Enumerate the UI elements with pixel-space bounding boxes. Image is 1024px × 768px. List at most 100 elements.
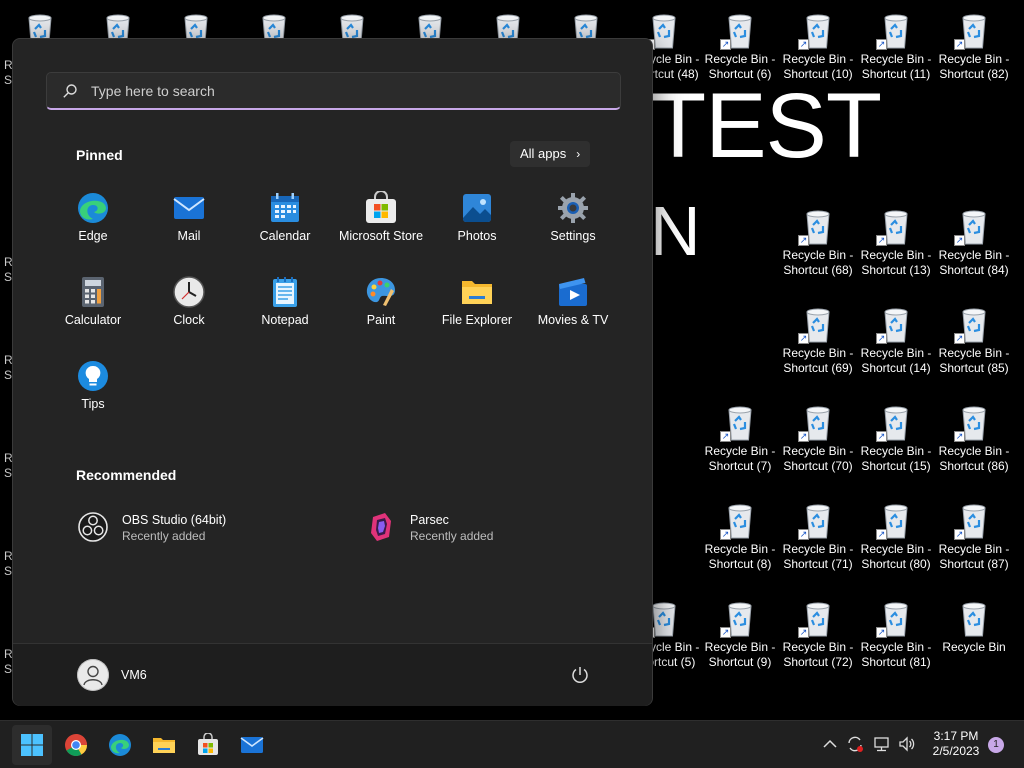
pinned-app-file-explorer[interactable]: File Explorer [429, 269, 525, 345]
search-input[interactable] [89, 73, 613, 109]
shortcut-arrow-icon: ↗ [954, 235, 965, 246]
desktop-shortcut-recycle-bin[interactable]: ↗ Recycle Bin - Shortcut (85) [936, 304, 1012, 376]
recommended-item-parsec[interactable]: Parsec Recently added [365, 505, 625, 549]
network-icon[interactable] [872, 734, 892, 754]
desktop-shortcut-recycle-bin[interactable]: ↗ Recycle Bin - Shortcut (71) [780, 500, 856, 572]
volume-icon[interactable] [897, 734, 917, 754]
taskbar-edge[interactable] [100, 725, 140, 765]
recommended-name: Parsec [410, 513, 449, 527]
desktop-shortcut-recycle-bin[interactable]: ↗ Recycle Bin - Shortcut (8) [702, 500, 778, 572]
desktop-shortcut-label: Shortcut (7) [708, 459, 772, 473]
desktop-shortcut-label: Shortcut (8) [708, 557, 772, 571]
pinned-app-notepad[interactable]: Notepad [237, 269, 333, 345]
desktop-shortcut-recycle-bin[interactable]: ↗ Recycle Bin - Shortcut (6) [702, 10, 778, 82]
pinned-app-microsoft-store[interactable]: Microsoft Store [333, 185, 429, 261]
recycle-bin-icon: ↗ [798, 598, 834, 638]
recycle-bin-icon: ↗ [954, 10, 990, 50]
desktop-shortcut-recycle-bin[interactable]: ↗ Recycle Bin - Shortcut (69) [780, 304, 856, 376]
shortcut-arrow-icon: ↗ [720, 39, 731, 50]
desktop-shortcut-recycle-bin[interactable]: ↗ Recycle Bin - Shortcut (70) [780, 402, 856, 474]
chevron-up-icon[interactable] [820, 734, 840, 754]
desktop-shortcut-label: Recycle Bin - [782, 248, 854, 262]
mail-icon [240, 737, 264, 753]
start-menu: Pinned All apps › Edge Mail Calendar Microso… [12, 38, 653, 706]
recycle-bin-icon: ↗ [954, 500, 990, 540]
shortcut-arrow-icon: ↗ [798, 39, 809, 50]
desktop-shortcut-recycle-bin[interactable]: ↗ Recycle Bin - Shortcut (11) [858, 10, 934, 82]
pinned-app-label: Clock [173, 313, 205, 327]
pinned-app-label: Microsoft Store [338, 229, 424, 243]
desktop-shortcut-label: Shortcut (68) [783, 263, 853, 277]
power-icon[interactable] [569, 664, 591, 686]
parsec-icon [371, 513, 391, 541]
pinned-app-tips[interactable]: Tips [45, 353, 141, 429]
recycle-bin-icon: ↗ [798, 500, 834, 540]
desktop-shortcut-label: Recycle Bin - [704, 640, 776, 654]
desktop-shortcut-recycle-bin[interactable]: ↗ Recycle Bin - Shortcut (68) [780, 206, 856, 278]
taskbar-file-explorer[interactable] [144, 725, 184, 765]
desktop-shortcut-label: Shortcut (13) [861, 263, 931, 277]
desktop-shortcut-label: Shortcut (14) [861, 361, 931, 375]
desktop-shortcut-label: Recycle Bin - [860, 542, 932, 556]
desktop-shortcut-label: Recycle Bin - [938, 248, 1010, 262]
pinned-app-paint[interactable]: Paint [333, 269, 429, 345]
shortcut-arrow-icon: ↗ [876, 333, 887, 344]
taskbar-start-button[interactable] [12, 725, 52, 765]
desktop-shortcut-recycle-bin[interactable]: ↗ Recycle Bin - Shortcut (82) [936, 10, 1012, 82]
desktop-shortcut-recycle-bin[interactable]: Recycle Bin [936, 598, 1012, 655]
desktop-shortcut-recycle-bin[interactable]: ↗ Recycle Bin - Shortcut (84) [936, 206, 1012, 278]
taskbar-mail[interactable] [232, 725, 272, 765]
pinned-app-edge[interactable]: Edge [45, 185, 141, 261]
pinned-app-photos[interactable]: Photos [429, 185, 525, 261]
recycle-bin-icon: ↗ [876, 206, 912, 246]
wallpaper-text: TEST [650, 75, 882, 177]
shortcut-arrow-icon: ↗ [876, 529, 887, 540]
desktop-shortcut-recycle-bin[interactable]: ↗ Recycle Bin - Shortcut (7) [702, 402, 778, 474]
chrome-icon [65, 734, 87, 756]
shortcut-arrow-icon: ↗ [798, 529, 809, 540]
desktop-shortcut-label: Shortcut (9) [708, 655, 772, 669]
desktop-shortcut-label: Shortcut (86) [939, 459, 1009, 473]
desktop-shortcut-label: Shortcut (72) [783, 655, 853, 669]
desktop-shortcut-label: Shortcut (80) [861, 557, 931, 571]
taskbar-chrome[interactable] [56, 725, 96, 765]
edge-icon [76, 191, 110, 225]
pinned-app-label: Settings [550, 229, 596, 243]
desktop-shortcut-recycle-bin[interactable]: ↗ Recycle Bin - Shortcut (14) [858, 304, 934, 376]
pinned-app-label: Photos [457, 229, 497, 243]
notepad-icon [268, 275, 302, 309]
desktop-shortcut-label: Recycle Bin - [704, 52, 776, 66]
notification-badge[interactable]: 1 [988, 737, 1004, 753]
sync-icon[interactable] [845, 734, 865, 754]
shortcut-arrow-icon: ↗ [876, 39, 887, 50]
shortcut-arrow-icon: ↗ [876, 431, 887, 442]
desktop-shortcut-recycle-bin[interactable]: ↗ Recycle Bin - Shortcut (81) [858, 598, 934, 670]
search-box[interactable] [46, 72, 621, 110]
pinned-app-calendar[interactable]: Calendar [237, 185, 333, 261]
desktop-shortcut-recycle-bin[interactable]: ↗ Recycle Bin - Shortcut (80) [858, 500, 934, 572]
desktop-shortcut-label: Recycle Bin - [860, 248, 932, 262]
desktop-shortcut-recycle-bin[interactable]: ↗ Recycle Bin - Shortcut (86) [936, 402, 1012, 474]
mail-icon [172, 191, 206, 225]
recycle-bin-icon: ↗ [720, 598, 756, 638]
taskbar-store[interactable] [188, 725, 228, 765]
recommended-name: OBS Studio (64bit) [122, 513, 227, 527]
pinned-app-movies-tv[interactable]: Movies & TV [525, 269, 621, 345]
desktop-shortcut-recycle-bin[interactable]: ↗ Recycle Bin - Shortcut (9) [702, 598, 778, 670]
pinned-app-mail[interactable]: Mail [141, 185, 237, 261]
recommended-item-obs[interactable]: OBS Studio (64bit) Recently added [77, 505, 337, 549]
taskbar-clock[interactable]: 3:17 PM 2/5/2023 [920, 729, 992, 759]
desktop-shortcut-recycle-bin[interactable]: ↗ Recycle Bin - Shortcut (13) [858, 206, 934, 278]
all-apps-button[interactable]: All apps › [510, 141, 591, 167]
desktop-shortcut-recycle-bin[interactable]: ↗ Recycle Bin - Shortcut (72) [780, 598, 856, 670]
pinned-app-settings[interactable]: Settings [525, 185, 621, 261]
pinned-app-clock[interactable]: Clock [141, 269, 237, 345]
recycle-bin-icon: ↗ [876, 10, 912, 50]
desktop-shortcut-recycle-bin[interactable]: ↗ Recycle Bin - Shortcut (10) [780, 10, 856, 82]
desktop-shortcut-recycle-bin[interactable]: ↗ Recycle Bin - Shortcut (15) [858, 402, 934, 474]
avatar [77, 659, 109, 691]
desktop-shortcut-recycle-bin[interactable]: ↗ Recycle Bin - Shortcut (87) [936, 500, 1012, 572]
desktop-shortcut-label: Recycle Bin - [938, 542, 1010, 556]
pinned-app-calculator[interactable]: Calculator [45, 269, 141, 345]
shortcut-arrow-icon: ↗ [798, 627, 809, 638]
